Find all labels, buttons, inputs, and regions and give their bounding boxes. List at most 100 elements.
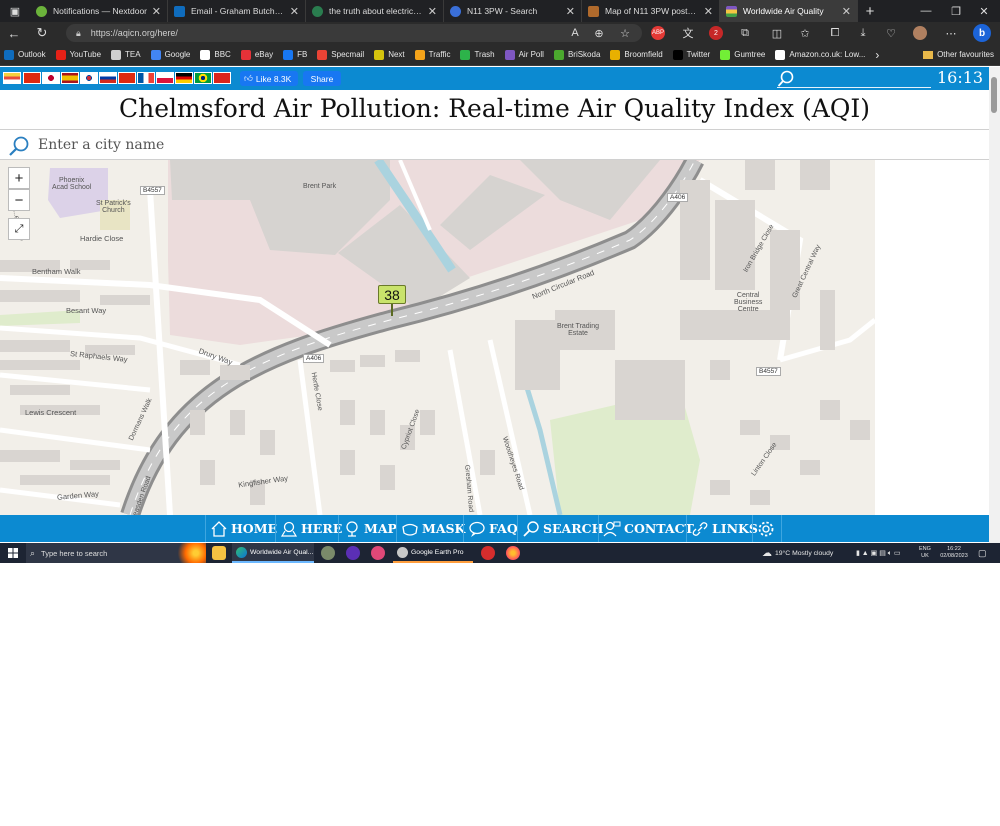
more-options-icon[interactable]: ⋯ <box>944 26 958 40</box>
nav-mask[interactable]: MASK <box>396 515 465 542</box>
nav-settings[interactable] <box>752 515 782 542</box>
app-icon[interactable] <box>481 546 495 560</box>
firefox-icon[interactable] <box>506 546 520 560</box>
favourite-item[interactable]: BBC <box>200 49 231 60</box>
favourite-item[interactable]: Next <box>374 49 405 60</box>
page-scrollbar[interactable] <box>989 67 1000 543</box>
facebook-like-button[interactable]: 👍︎ Like 8.3K <box>240 71 298 86</box>
close-icon[interactable]: ✕ <box>152 5 161 18</box>
tab-electric-cars[interactable]: the truth about electric cars ✕ <box>306 0 444 22</box>
split-screen-icon[interactable]: ◫ <box>770 26 784 40</box>
nav-faq[interactable]: FAQ <box>463 515 518 542</box>
translate-icon[interactable]: 文 <box>681 26 695 40</box>
windows-start-icon[interactable] <box>0 543 26 563</box>
favourite-item[interactable]: Gumtree <box>720 49 765 60</box>
notification-icon[interactable]: ▢ <box>978 543 987 563</box>
favourite-item[interactable]: Amazon.co.uk: Low... <box>775 49 865 60</box>
extensions-icon[interactable]: ⧉ <box>738 26 752 40</box>
flag-icon[interactable] <box>80 72 98 84</box>
favourite-item[interactable]: Air Poll <box>504 49 544 60</box>
taskbar-app-google-earth[interactable]: Google Earth Pro <box>393 543 473 563</box>
close-icon[interactable]: ✕ <box>290 5 299 18</box>
minimize-icon[interactable]: — <box>912 0 940 22</box>
flag-icon[interactable] <box>61 72 79 84</box>
tab-search[interactable]: N11 3PW - Search ✕ <box>444 0 582 22</box>
flag-icon[interactable] <box>42 72 60 84</box>
map-view[interactable]: Phoenix Acad School St Patrick's Church … <box>0 160 875 515</box>
zoom-icon[interactable]: ⊕ <box>592 26 606 40</box>
close-icon[interactable]: ✕ <box>704 5 713 18</box>
favourite-item[interactable]: Broomfield <box>610 49 663 60</box>
close-icon[interactable]: ✕ <box>566 5 575 18</box>
maximize-icon[interactable]: ❐ <box>942 0 970 22</box>
read-aloud-icon[interactable]: A <box>568 26 582 40</box>
city-search-input[interactable] <box>38 134 638 156</box>
flag-icon[interactable] <box>194 72 212 84</box>
url-field[interactable]: 🔒︎ https://aqicn.org/here/ <box>66 24 642 42</box>
flag-icon[interactable] <box>3 72 21 84</box>
nav-home[interactable]: HOME <box>205 515 277 542</box>
close-icon[interactable]: ✕ <box>842 5 851 18</box>
close-icon[interactable]: ✕ <box>428 5 437 18</box>
flag-icon[interactable] <box>175 72 193 84</box>
fullscreen-icon[interactable]: ⤢ <box>8 218 30 240</box>
nav-contact[interactable]: CONTACT <box>598 515 694 542</box>
music-icon[interactable] <box>371 546 385 560</box>
taskbar-app-edge[interactable]: Worldwide Air Qual... <box>232 543 314 563</box>
back-icon[interactable]: ← <box>0 26 28 41</box>
window-menu-icon[interactable]: ▣ <box>0 0 30 22</box>
favourite-item[interactable]: TEA <box>111 49 141 60</box>
window-close-icon[interactable]: ✕ <box>970 0 998 22</box>
taskbar-clock[interactable]: 16:22 02/08/2023 <box>938 543 970 563</box>
favourite-item[interactable]: FB <box>283 49 307 60</box>
favourite-star-icon[interactable]: ☆ <box>618 26 632 40</box>
favourite-item[interactable]: YouTube <box>55 49 101 60</box>
nav-links[interactable]: LINKS <box>686 515 758 542</box>
favourite-item[interactable]: Traffic <box>414 49 450 60</box>
bing-chat-icon[interactable]: b <box>973 24 991 42</box>
refresh-icon[interactable]: ↻ <box>28 25 56 41</box>
flag-icon[interactable] <box>156 72 174 84</box>
browser-essentials-icon[interactable]: ♡ <box>884 26 898 40</box>
app-icon[interactable] <box>346 546 360 560</box>
favourite-item[interactable]: Trash <box>460 49 495 60</box>
tray-icons[interactable]: ▮ ▲ ▣ ▤ 🔈︎ ▭ <box>856 543 901 563</box>
zoom-out-button[interactable]: − <box>8 189 30 211</box>
flag-icon[interactable] <box>213 72 231 84</box>
flag-icon[interactable] <box>99 72 117 84</box>
favourite-item[interactable]: Google <box>150 49 190 60</box>
flag-icon[interactable] <box>23 72 41 84</box>
profile-avatar[interactable] <box>913 26 927 40</box>
other-favourites[interactable]: Other favourites <box>923 50 994 59</box>
weather-widget[interactable]: ☁ 19°C Mostly cloudy <box>762 543 833 563</box>
new-tab-button[interactable]: + <box>858 3 882 20</box>
chevron-right-icon[interactable]: › <box>875 48 879 62</box>
nav-map[interactable]: MAP <box>338 515 397 542</box>
collections-icon[interactable]: ⧠ <box>828 26 842 40</box>
tab-nextdoor[interactable]: Notifications — Nextdoor ✕ <box>30 0 168 22</box>
scrollbar-thumb[interactable] <box>991 77 997 113</box>
favourites-icon[interactable]: ✩ <box>798 26 812 40</box>
app-icon[interactable] <box>321 546 335 560</box>
flag-icon[interactable] <box>118 72 136 84</box>
tab-email[interactable]: Email - Graham Butcher - O ✕ <box>168 0 306 22</box>
language-indicator[interactable]: ENG UK <box>919 543 931 563</box>
flag-icon[interactable] <box>137 72 155 84</box>
nav-search[interactable]: SEARCH <box>517 515 603 542</box>
zoom-in-button[interactable]: + <box>8 167 30 189</box>
favourite-item[interactable]: Twitter <box>672 49 710 60</box>
tab-air-quality[interactable]: Worldwide Air Quality ✕ <box>720 0 858 22</box>
favourite-item[interactable]: BriSkoda <box>553 49 600 60</box>
nav-here[interactable]: HERE <box>275 515 342 542</box>
aqi-marker[interactable]: 38 <box>378 285 406 304</box>
tab-postcode-map[interactable]: Map of N11 3PW postcode ✕ <box>582 0 720 22</box>
file-explorer-icon[interactable] <box>212 546 226 560</box>
favourite-item[interactable]: Specmail <box>317 49 364 60</box>
adblock-icon[interactable]: ABP <box>651 26 665 40</box>
favourite-item[interactable]: Outlook <box>4 49 46 60</box>
downloads-icon[interactable]: ⤓ <box>856 26 870 40</box>
taskbar-search-field[interactable]: ⌕ Type here to search <box>26 543 206 563</box>
favourite-item[interactable]: eBay <box>240 49 273 60</box>
facebook-share-button[interactable]: Share <box>303 71 341 86</box>
extension-badge-icon[interactable]: 2 <box>709 26 723 40</box>
